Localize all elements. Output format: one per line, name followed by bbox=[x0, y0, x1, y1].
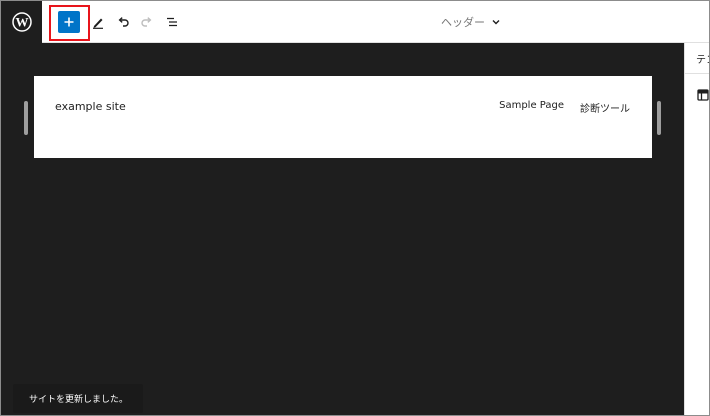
right-resize-handle[interactable] bbox=[657, 101, 661, 135]
plus-icon bbox=[64, 17, 74, 27]
wordpress-logo-icon: W bbox=[11, 12, 32, 32]
left-resize-handle[interactable] bbox=[24, 101, 28, 135]
block-inserter-button[interactable] bbox=[58, 11, 80, 33]
tools-button[interactable] bbox=[88, 12, 108, 32]
pencil-icon bbox=[93, 18, 103, 29]
redo-icon bbox=[141, 17, 152, 27]
navigation-block[interactable]: Sample Page 診断ツール bbox=[499, 100, 630, 115]
document-title: ヘッダー bbox=[441, 16, 485, 29]
settings-sidebar: テンプレート bbox=[684, 43, 709, 415]
undo-icon bbox=[118, 17, 129, 27]
header-template-part[interactable]: example site Sample Page 診断ツール bbox=[34, 76, 652, 158]
redo-button[interactable] bbox=[137, 12, 157, 32]
editor-canvas: example site Sample Page 診断ツール サイトを更新しまし… bbox=[1, 43, 684, 415]
document-title-dropdown[interactable]: ヘッダー bbox=[441, 14, 501, 30]
list-view-icon bbox=[167, 17, 177, 27]
undo-button[interactable] bbox=[113, 12, 133, 32]
top-toolbar: W ヘッダー bbox=[1, 1, 709, 43]
nav-item-sample-page[interactable]: Sample Page bbox=[499, 100, 564, 115]
wordpress-logo-button[interactable]: W bbox=[1, 1, 42, 43]
template-part-icon bbox=[697, 89, 709, 101]
list-view-button[interactable] bbox=[162, 12, 182, 32]
sidebar-tab-template[interactable]: テンプレート bbox=[696, 51, 709, 66]
sidebar-divider bbox=[685, 73, 709, 74]
snackbar-message: サイトを更新しました。 bbox=[29, 395, 129, 405]
site-title[interactable]: example site bbox=[55, 100, 126, 113]
nav-item-diagnosis-tool[interactable]: 診断ツール bbox=[580, 100, 630, 115]
svg-text:W: W bbox=[15, 15, 28, 30]
chevron-down-icon bbox=[492, 20, 500, 25]
site-editor-window: W ヘッダー example site Sample Page 診断ツール サイ… bbox=[0, 0, 710, 416]
snackbar-notice[interactable]: サイトを更新しました。 bbox=[13, 384, 143, 413]
